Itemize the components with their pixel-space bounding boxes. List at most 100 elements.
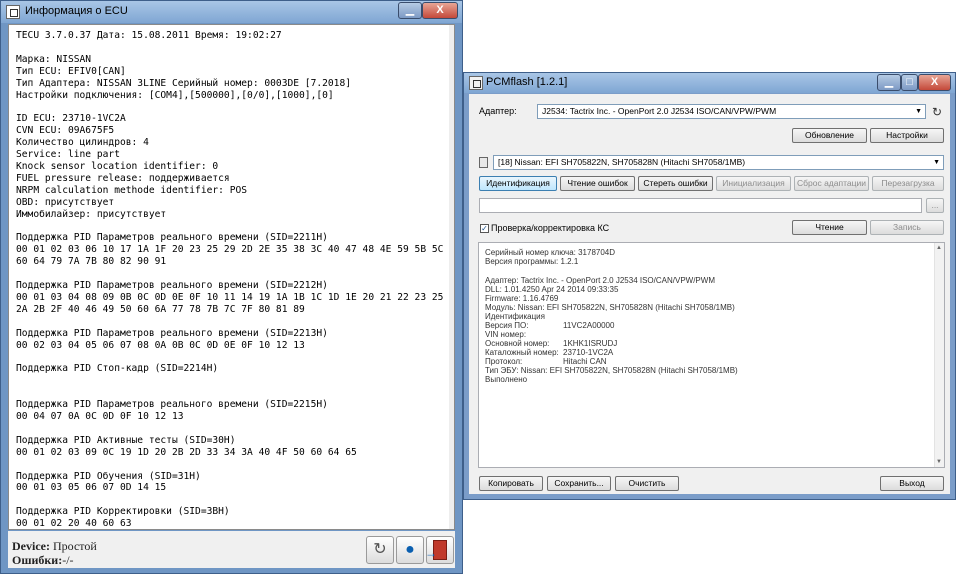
ecu-info-line: Тип Адаптера: NISSAN 3LINE Серийный номе… bbox=[16, 77, 352, 89]
app-icon bbox=[6, 5, 20, 19]
ecu-info-line: NRPM calculation methode identifier: POS bbox=[16, 184, 248, 196]
scrollbar[interactable] bbox=[449, 25, 454, 529]
clear-button[interactable]: Очистить bbox=[615, 476, 679, 491]
ecu-info-line: Марка: NISSAN bbox=[16, 53, 92, 65]
checksum-checkbox[interactable]: ✓ bbox=[480, 224, 489, 233]
write-button[interactable]: Запись bbox=[870, 220, 944, 235]
ecu-info-line bbox=[16, 101, 443, 113]
copy-button[interactable]: Копировать bbox=[479, 476, 543, 491]
settings-button[interactable]: Настройки bbox=[870, 128, 944, 143]
log-scrollbar[interactable]: ▲ ▼ bbox=[934, 243, 944, 467]
ecu-info-line: Поддержка PID Активные тесты (SID=30H) bbox=[16, 434, 236, 446]
browse-button[interactable]: ... bbox=[926, 198, 944, 213]
pcm-minimize-button[interactable]: ▁ bbox=[877, 74, 901, 91]
ecu-info-line: Поддержка PID Корректировки (SID=3BH) bbox=[16, 506, 230, 518]
log-output[interactable]: Серийный номер ключа: 3178704D Версия пр… bbox=[478, 242, 945, 468]
ecu-info-line: Количество цилиндров: 4 bbox=[16, 137, 149, 149]
save-log-button[interactable]: Сохранить... bbox=[547, 476, 611, 491]
ecu-title-bar[interactable]: Информация о ECU ▁ X bbox=[1, 1, 462, 23]
update-button[interactable]: Обновление bbox=[792, 128, 867, 143]
ecu-info-line: Knock sensor location identifier: 0 bbox=[16, 160, 219, 172]
adapter-refresh-icon[interactable]: ↻ bbox=[932, 106, 944, 118]
ecu-info-window: Информация о ECU ▁ X TECU 3.7.0.37 Дата:… bbox=[0, 0, 463, 574]
tab-reset-adaptation[interactable]: Сброс адаптации bbox=[794, 176, 869, 191]
ecu-info-line: 2A 2B 2F 40 46 49 50 60 6A 77 78 7B 7C 7… bbox=[16, 303, 305, 315]
save-icon: ● bbox=[405, 541, 415, 558]
log-catalog-value: 23710-1VC2A bbox=[563, 348, 614, 357]
ecu-info-line: 60 64 79 7A 7B 80 82 90 91 bbox=[16, 256, 167, 268]
refresh-button[interactable]: ↻ bbox=[366, 536, 394, 564]
ecu-info-line bbox=[16, 387, 443, 399]
log-module: Модуль: Nissan: EFI SH705822N, SH705828N… bbox=[485, 303, 735, 312]
adapter-value: J2534: Tactrix Inc. - OpenPort 2.0 J2534… bbox=[542, 106, 777, 116]
tab-identification[interactable]: Идентификация bbox=[479, 176, 557, 191]
ecu-info-line: 00 01 03 04 08 09 0B 0C 0D 0E 0F 10 11 1… bbox=[16, 291, 444, 303]
pcm-maximize-button[interactable]: □ bbox=[901, 74, 918, 91]
log-dll: DLL: 1.01.4250 Apr 24 2014 09:33:35 bbox=[485, 285, 619, 294]
module-value: [18] Nissan: EFI SH705822N, SH705828N (H… bbox=[498, 157, 746, 167]
ecu-info-line bbox=[16, 42, 443, 54]
ecu-info-line: Поддержка PID Параметров реального време… bbox=[16, 399, 328, 411]
ecu-info-line: TECU 3.7.0.37 Дата: 15.08.2011 Время: 19… bbox=[16, 30, 282, 41]
ecu-info-line bbox=[16, 221, 443, 233]
checksum-label: Проверка/корректировка КС bbox=[491, 223, 610, 233]
log-done: Выполнено bbox=[485, 375, 528, 384]
scroll-down-icon[interactable]: ▼ bbox=[936, 459, 942, 465]
pcmflash-app-icon bbox=[469, 76, 483, 90]
ecu-status-bar: Device: Простой Ошибки:-/- ↻ ● bbox=[8, 531, 455, 568]
tab-read-errors[interactable]: Чтение ошибок bbox=[560, 176, 635, 191]
close-button[interactable]: X bbox=[422, 2, 458, 19]
pcm-title-bar[interactable]: PCMflash [1.2.1] ▁ □ X bbox=[464, 73, 955, 93]
ecu-info-textarea[interactable]: TECU 3.7.0.37 Дата: 15.08.2011 Время: 19… bbox=[8, 24, 455, 530]
exit-button[interactable] bbox=[425, 536, 454, 566]
log-sw-version-value: 11VC2A00000 bbox=[563, 321, 615, 330]
log-ident-header: Идентификация bbox=[485, 312, 545, 321]
ecu-info-line: Иммобилайзер: присутствует bbox=[16, 208, 167, 220]
read-button[interactable]: Чтение bbox=[792, 220, 867, 235]
errors-status: Ошибки:-/- bbox=[12, 553, 74, 568]
log-key-serial: Серийный номер ключа: 3178704D bbox=[485, 248, 616, 257]
ecu-info-line: 00 02 03 04 05 06 07 08 0A 0B 0C 0D 0E 0… bbox=[16, 339, 305, 351]
ecu-info-line bbox=[16, 494, 443, 506]
ecu-info-line: 00 04 07 0A 0C 0D 0F 10 12 13 bbox=[16, 411, 184, 422]
ecu-info-text: TECU 3.7.0.37 Дата: 15.08.2011 Время: 19… bbox=[16, 30, 443, 530]
log-vin-label: VIN номер: bbox=[485, 330, 527, 339]
save-button[interactable]: ● bbox=[396, 536, 424, 564]
ecu-info-line: Поддержка PID Параметров реального време… bbox=[16, 232, 328, 244]
minimize-button[interactable]: ▁ bbox=[398, 2, 422, 19]
ecu-info-line: 00 01 02 03 06 10 17 1A 1F 20 23 25 29 2… bbox=[16, 244, 444, 256]
ecu-info-line: 00 01 02 20 40 60 63 bbox=[16, 518, 132, 530]
adapter-select[interactable]: J2534: Tactrix Inc. - OpenPort 2.0 J2534… bbox=[537, 104, 926, 119]
pcm-client: Адаптер: J2534: Tactrix Inc. - OpenPort … bbox=[469, 94, 950, 494]
pcm-close-button[interactable]: X bbox=[918, 74, 951, 91]
log-firmware: Firmware: 1.16.4769 bbox=[485, 294, 559, 303]
file-path-input[interactable] bbox=[479, 198, 922, 213]
chevron-down-icon: ▼ bbox=[915, 108, 922, 115]
pcm-window-title: PCMflash [1.2.1] bbox=[486, 76, 568, 88]
module-select[interactable]: [18] Nissan: EFI SH705822N, SH705828N (H… bbox=[493, 155, 944, 170]
exit-icon bbox=[425, 539, 447, 566]
ecu-window-title: Информация о ECU bbox=[25, 5, 128, 17]
ecu-info-line: 00 01 02 03 09 0C 19 1D 20 2B 2D 33 34 3… bbox=[16, 446, 357, 458]
ecu-info-line: Поддержка PID Параметров реального време… bbox=[16, 280, 328, 292]
chevron-down-icon: ▼ bbox=[933, 159, 940, 166]
ecu-info-line: 00 01 03 05 06 07 0D 14 15 bbox=[16, 482, 167, 494]
tab-clear-errors[interactable]: Стереть ошибки bbox=[638, 176, 713, 191]
ecu-info-line: ID ECU: 23710-1VC2A bbox=[16, 113, 126, 125]
ecu-info-line bbox=[16, 351, 443, 363]
ecu-info-line: Настройки подключения: [COM4],[500000],[… bbox=[16, 89, 334, 101]
exit-pcm-button[interactable]: Выход bbox=[880, 476, 944, 491]
pcmflash-window: PCMflash [1.2.1] ▁ □ X Адаптер: J2534: T… bbox=[463, 72, 956, 500]
ecu-info-line: Service: line part bbox=[16, 149, 120, 161]
ecu-info-line: Тип ECU: EFIV0[CAN] bbox=[16, 65, 126, 77]
ecu-info-line bbox=[16, 316, 443, 328]
log-main-number-value: 1KHK1ISRUDJ bbox=[563, 339, 618, 348]
log-protocol-value: Hitachi CAN bbox=[563, 357, 607, 366]
device-label: Device: bbox=[12, 539, 50, 553]
scroll-up-icon[interactable]: ▲ bbox=[936, 245, 942, 251]
tab-reboot[interactable]: Перезагрузка bbox=[872, 176, 944, 191]
ecu-info-line bbox=[16, 268, 443, 280]
log-program-version: Версия программы: 1.2.1 bbox=[485, 257, 579, 266]
tab-initialization[interactable]: Инициализация bbox=[716, 176, 791, 191]
ecu-info-line bbox=[16, 423, 443, 435]
